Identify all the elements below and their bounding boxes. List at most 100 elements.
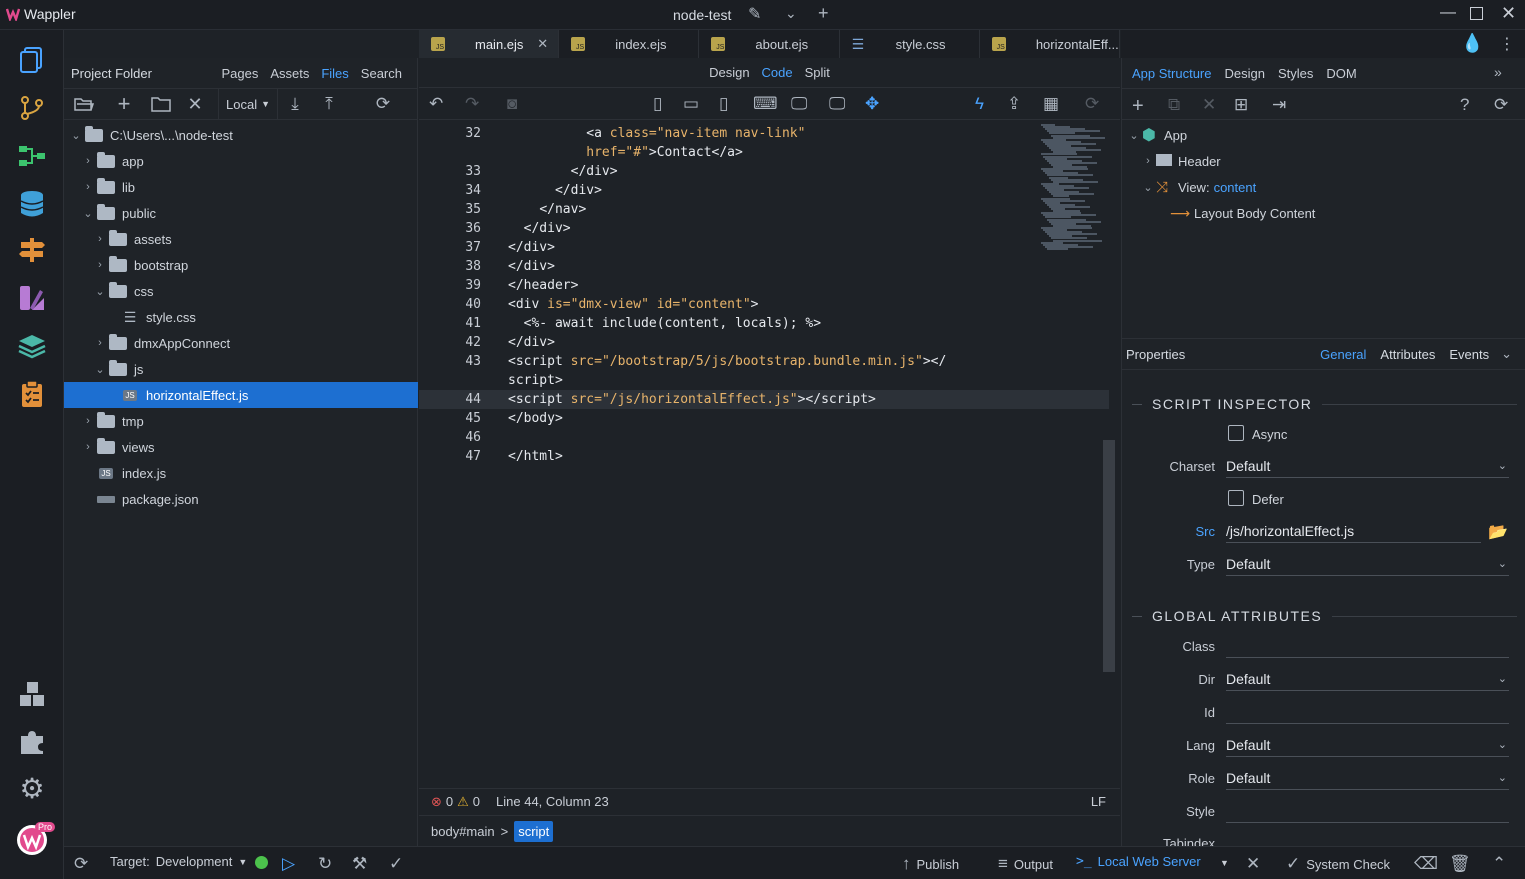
charset-select[interactable]: Default ⌄ — [1226, 454, 1509, 478]
collapse-panel-icon[interactable]: » — [1494, 64, 1502, 80]
tree-item[interactable]: › assets — [64, 226, 418, 252]
open-folder-icon[interactable] — [64, 89, 104, 119]
project-tab-pages[interactable]: Pages — [221, 66, 258, 81]
mobile-device-icon[interactable]: ▯ — [653, 94, 662, 114]
tree-item[interactable]: package.json — [64, 486, 418, 512]
code-line[interactable]: 41 <%- await include(content, locals); %… — [419, 314, 1109, 333]
properties-tab-events[interactable]: Events — [1449, 347, 1489, 362]
breadcrumb-current[interactable]: script — [514, 820, 554, 842]
publish-button[interactable]: ↑ Publish — [902, 854, 959, 874]
build-hammer-icon[interactable]: ⚒ — [352, 854, 367, 874]
id-input[interactable] — [1226, 700, 1509, 724]
desktop-icon[interactable]: 🖵 — [791, 94, 807, 114]
structure-tab-styles[interactable]: Styles — [1278, 66, 1313, 81]
project-tab-search[interactable]: Search — [361, 66, 402, 81]
folder-browse-icon[interactable]: 📂 — [1488, 522, 1508, 542]
tree-item[interactable]: ⌄ public — [64, 200, 418, 226]
maximize-icon[interactable] — [1470, 7, 1483, 20]
line-ending[interactable]: LF — [1091, 794, 1106, 809]
tree-item[interactable]: JS index.js — [64, 460, 418, 486]
style-input[interactable] — [1226, 799, 1509, 823]
share-icon[interactable]: ⇪ — [1007, 94, 1021, 114]
mode-split[interactable]: Split — [805, 65, 830, 80]
refresh-icon[interactable]: ⟳ — [366, 89, 400, 119]
class-input[interactable] — [1226, 634, 1509, 658]
sync-icon[interactable]: ⟳ — [74, 854, 88, 874]
add-component-icon[interactable]: + — [1132, 95, 1144, 118]
code-line[interactable]: 39 </header> — [419, 276, 1109, 295]
type-select[interactable]: Default ⌄ — [1226, 552, 1509, 576]
editor-tab[interactable]: JS about.ejs — [699, 30, 840, 58]
local-web-server-button[interactable]: >_ Local Web Server — [1076, 854, 1201, 869]
workflow-icon[interactable] — [16, 140, 48, 172]
server-dropdown-icon[interactable]: ▼ — [1220, 858, 1229, 868]
files-icon[interactable] — [16, 44, 48, 76]
undo-icon[interactable]: ↶ — [429, 94, 443, 114]
properties-tab-attributes[interactable]: Attributes — [1380, 347, 1435, 362]
help-icon[interactable]: ? — [1460, 95, 1469, 115]
tree-item[interactable]: › lib — [64, 174, 418, 200]
lightning-icon[interactable]: ϟ — [975, 94, 984, 114]
reload-preview-icon[interactable]: ⟳ — [1085, 94, 1099, 114]
new-folder-icon[interactable] — [144, 89, 178, 119]
move-arrows-icon[interactable]: ✥ — [865, 94, 879, 114]
structure-node-layout-body[interactable]: ⟶ Layout Body Content — [1170, 200, 1315, 226]
database-icon[interactable] — [16, 188, 48, 220]
chevron-up-icon[interactable]: ⌃ — [1492, 854, 1506, 874]
tree-item[interactable]: ⌄ js — [64, 356, 418, 382]
defer-checkbox[interactable] — [1228, 490, 1244, 506]
move-out-icon[interactable]: ⇥ — [1272, 95, 1286, 115]
mode-design[interactable]: Design — [709, 65, 749, 80]
layers-icon[interactable] — [16, 330, 48, 362]
close-window-icon[interactable]: ✕ — [1501, 3, 1516, 24]
delete-icon[interactable]: ✕ — [178, 89, 212, 119]
editor-tab[interactable]: JS index.ejs — [559, 30, 700, 58]
structure-tab-dom[interactable]: DOM — [1326, 66, 1356, 81]
project-title[interactable]: node-test — [673, 7, 731, 23]
code-line[interactable]: 35 </nav> — [419, 200, 1109, 219]
code-line[interactable]: 33 </div> — [419, 162, 1109, 181]
system-check-button[interactable]: ✓ System Check — [1286, 854, 1390, 874]
properties-tab-general[interactable]: General — [1320, 347, 1366, 362]
large-desktop-icon[interactable]: 🖵 — [829, 94, 845, 114]
refresh-structure-icon[interactable]: ⟳ — [1494, 95, 1508, 115]
chevron-down-icon[interactable]: ⌄ — [1501, 346, 1512, 362]
code-line[interactable]: href="#">Contact</a> — [419, 143, 1109, 162]
structure-tab-design[interactable]: Design — [1225, 66, 1265, 81]
tree-item[interactable]: › tmp — [64, 408, 418, 434]
code-line[interactable]: script> — [419, 371, 1109, 390]
structure-node-view[interactable]: ⌄ ⤨ View: content — [1140, 174, 1256, 200]
minimize-icon[interactable]: — — [1440, 4, 1456, 22]
more-vertical-icon[interactable]: ⋮ — [1499, 34, 1515, 54]
tree-item[interactable]: › app — [64, 148, 418, 174]
editor-tab[interactable]: JS main.ejs ✕ — [419, 30, 560, 58]
check-circle-icon[interactable]: ✓ — [389, 854, 403, 874]
run-play-icon[interactable]: ▷ — [282, 854, 295, 874]
restart-icon[interactable]: ↻ — [318, 854, 332, 874]
dir-select[interactable]: Default ⌄ — [1226, 667, 1509, 691]
upload-icon[interactable]: ⤒ — [312, 89, 346, 119]
async-checkbox[interactable] — [1228, 425, 1244, 441]
tablet-landscape-icon[interactable]: ▭ — [683, 94, 699, 114]
structure-tab-app-structure[interactable]: App Structure — [1132, 66, 1212, 81]
output-button[interactable]: ≡ Output — [998, 854, 1053, 874]
code-line[interactable]: 38 </div> — [419, 257, 1109, 276]
code-line[interactable]: 43 <script src="/bootstrap/5/js/bootstrap… — [419, 352, 1109, 371]
src-input[interactable]: /js/horizontalEffect.js — [1226, 519, 1481, 543]
mode-code[interactable]: Code — [762, 65, 793, 80]
tree-item[interactable]: › dmxAppConnect — [64, 330, 418, 356]
close-tab-icon[interactable]: ✕ — [537, 36, 548, 52]
trash-icon[interactable]: 🗑 — [1449, 854, 1471, 874]
tree-item[interactable]: ☰ style.css — [64, 304, 418, 330]
duplicate-icon[interactable]: ⧉ — [1168, 95, 1180, 115]
code-line[interactable]: 47 </html> — [419, 447, 1109, 466]
editor-tab[interactable]: JS horizontalEff... — [980, 30, 1121, 58]
code-line[interactable]: 45 </body> — [419, 409, 1109, 428]
tree-item[interactable]: › bootstrap — [64, 252, 418, 278]
project-tab-assets[interactable]: Assets — [270, 66, 309, 81]
code-line[interactable]: 32 <a class="nav-item nav-link" — [419, 124, 1109, 143]
routing-signpost-icon[interactable] — [16, 234, 48, 266]
extensions-blocks-icon[interactable] — [16, 678, 48, 710]
structure-node-header[interactable]: › Header — [1140, 148, 1221, 174]
design-tools-icon[interactable] — [16, 282, 48, 314]
